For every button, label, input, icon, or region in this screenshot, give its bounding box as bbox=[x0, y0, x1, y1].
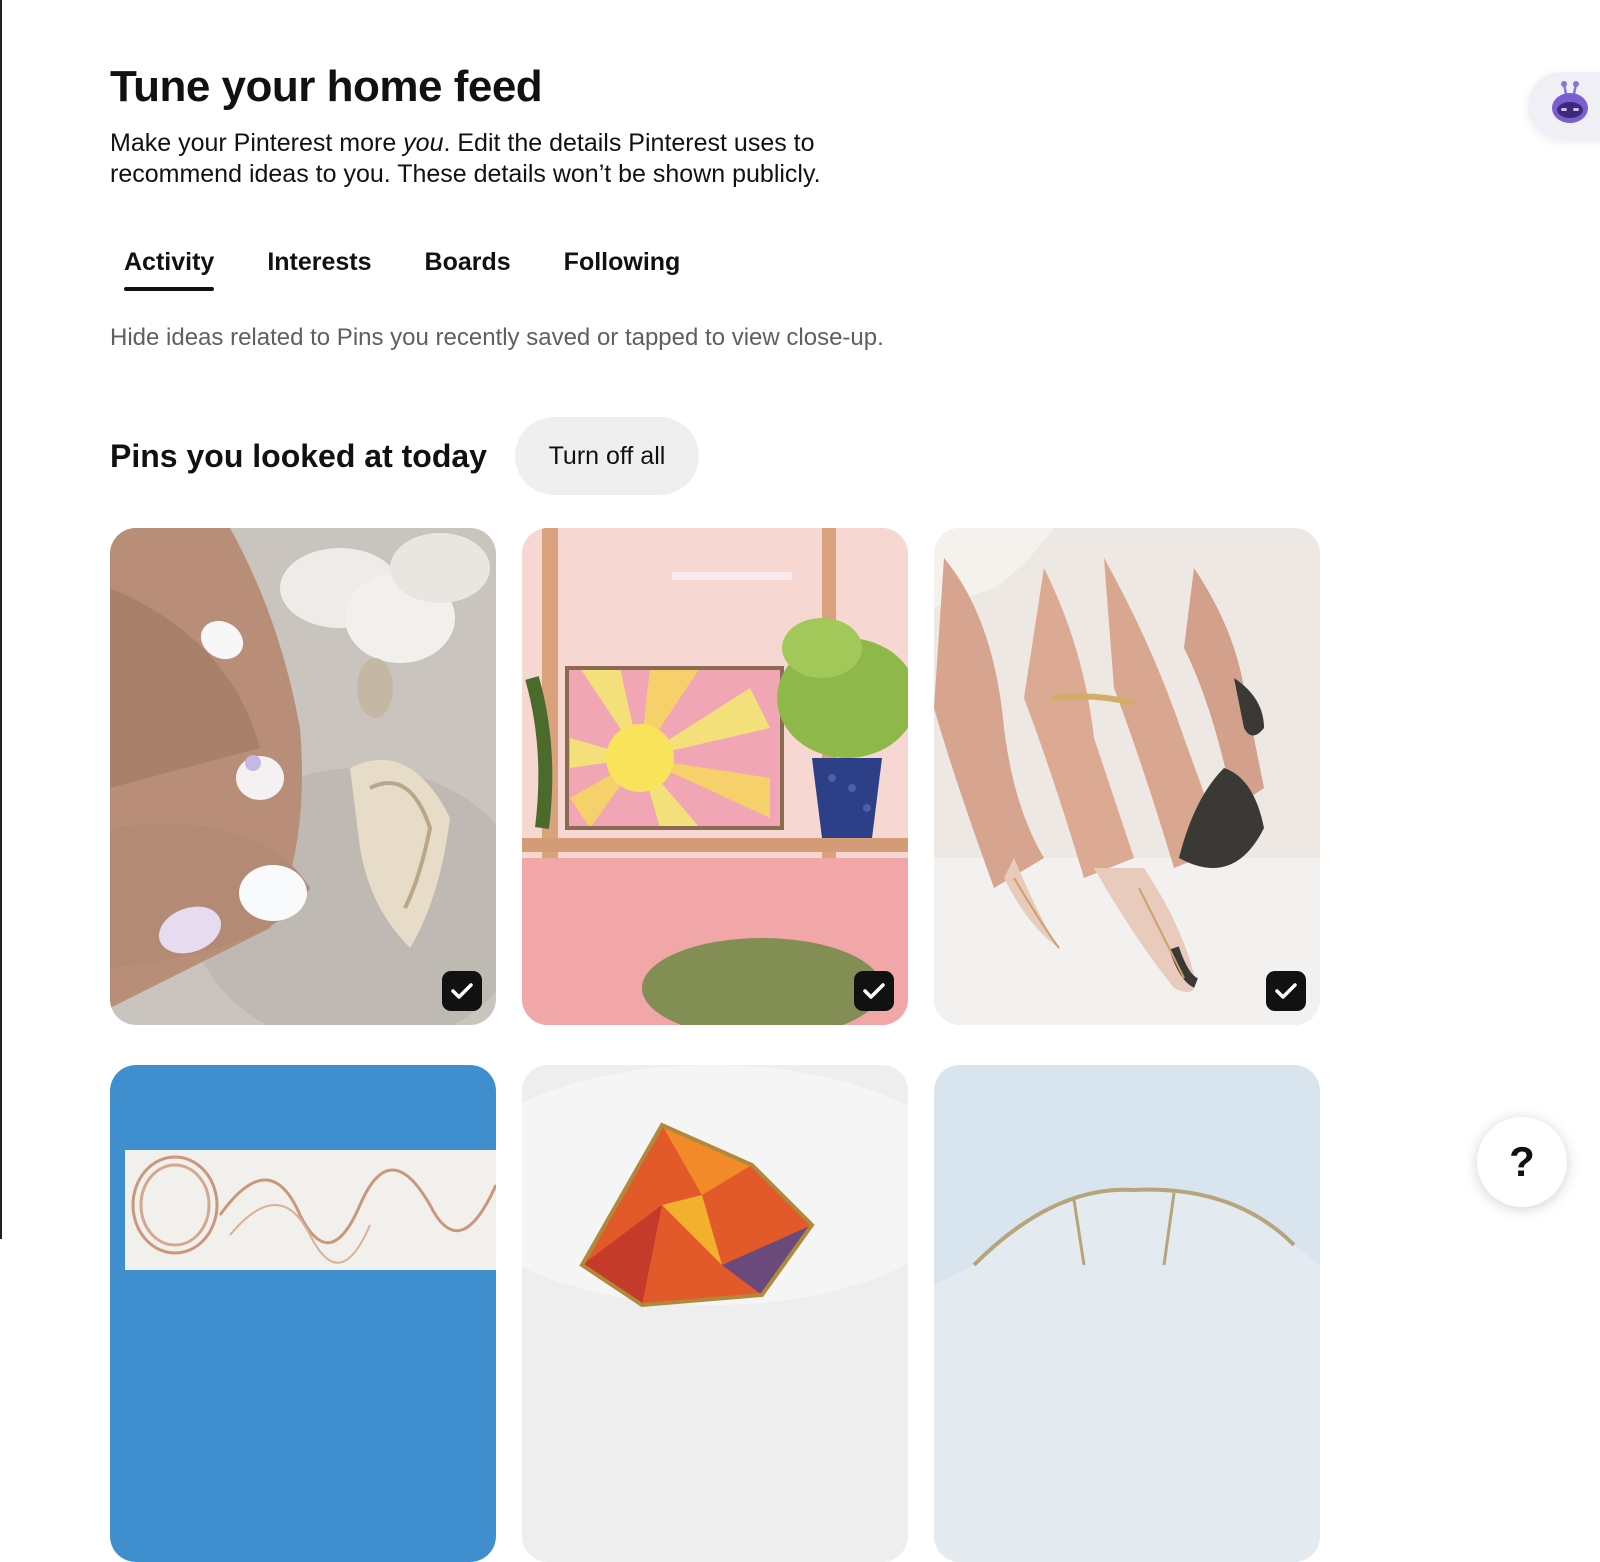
pin-card-4[interactable] bbox=[110, 1065, 496, 1562]
intro-emphasis: you bbox=[403, 129, 444, 157]
section-title: Pins you looked at today bbox=[110, 437, 487, 474]
pin-image-clear-glass bbox=[934, 1065, 1320, 1562]
tab-interests[interactable]: Interests bbox=[253, 238, 385, 295]
checkmark-icon bbox=[1275, 983, 1297, 999]
tab-bar: Activity Interests Boards Following bbox=[110, 238, 719, 302]
pin-selected-checkbox[interactable] bbox=[442, 971, 482, 1011]
pin-selected-checkbox[interactable] bbox=[854, 971, 894, 1011]
pin-image-copper-ribbon bbox=[110, 1065, 496, 1562]
pin-grid bbox=[110, 528, 1320, 1562]
tab-boards[interactable]: Boards bbox=[411, 238, 525, 295]
pin-card-3[interactable] bbox=[934, 528, 1320, 1025]
pin-card-5[interactable] bbox=[522, 1065, 908, 1562]
assistant-button[interactable] bbox=[1528, 72, 1600, 140]
tab-following[interactable]: Following bbox=[550, 238, 695, 295]
pin-image-stained-glass-leaf bbox=[522, 1065, 908, 1562]
checkmark-icon bbox=[863, 983, 885, 999]
page-intro: Make your Pinterest more you. Edit the d… bbox=[110, 128, 890, 190]
question-mark-icon: ? bbox=[1509, 1138, 1535, 1185]
pin-card-2[interactable] bbox=[522, 528, 908, 1025]
help-button[interactable]: ? bbox=[1477, 1117, 1567, 1207]
tab-activity[interactable]: Activity bbox=[110, 238, 228, 295]
section-header: Pins you looked at today Turn off all bbox=[110, 416, 699, 496]
checkmark-icon bbox=[451, 983, 473, 999]
intro-text-start: Make your Pinterest more bbox=[110, 129, 404, 157]
pin-card-6[interactable] bbox=[934, 1065, 1320, 1562]
window-edge bbox=[0, 0, 2, 1239]
turn-off-all-button[interactable]: Turn off all bbox=[514, 417, 699, 495]
pin-selected-checkbox[interactable] bbox=[1266, 971, 1306, 1011]
pin-image-stained-glass-sun bbox=[522, 528, 908, 1025]
pin-card-1[interactable] bbox=[110, 528, 496, 1025]
pin-image-manicure-shells bbox=[110, 528, 496, 1025]
page-title: Tune your home feed bbox=[110, 62, 543, 111]
pin-image-almond-nails bbox=[934, 528, 1320, 1025]
robot-assistant-icon bbox=[1552, 81, 1588, 123]
section-description: Hide ideas related to Pins you recently … bbox=[110, 324, 884, 351]
